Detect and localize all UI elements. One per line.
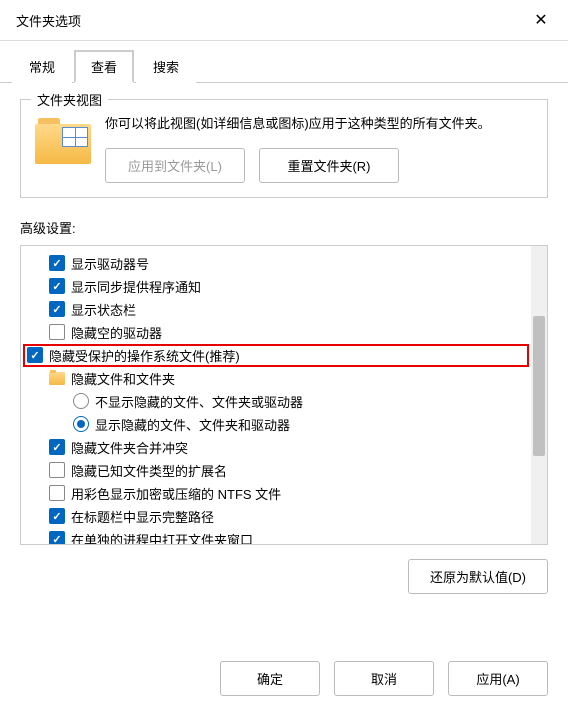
- window-title: 文件夹选项: [16, 11, 81, 30]
- content: 文件夹视图 你可以将此视图(如详细信息或图标)应用于这种类型的所有文件夹。 应用…: [0, 83, 568, 610]
- item-label: 隐藏受保护的操作系统文件(推荐): [49, 346, 240, 365]
- item-label: 显示隐藏的文件、文件夹和驱动器: [95, 415, 290, 434]
- tree-item: 在单独的进程中打开文件夹窗口: [23, 528, 529, 544]
- restore-defaults-button[interactable]: 还原为默认值(D): [408, 559, 548, 594]
- folder-mini-icon: [49, 372, 65, 385]
- scrollbar[interactable]: [531, 246, 547, 544]
- item-label: 不显示隐藏的文件、文件夹或驱动器: [95, 392, 303, 411]
- tree-item: 在标题栏中显示完整路径: [23, 505, 529, 528]
- close-icon: ✕: [534, 10, 547, 30]
- group-description: 你可以将此视图(如详细信息或图标)应用于这种类型的所有文件夹。: [105, 114, 533, 134]
- radio[interactable]: [73, 416, 89, 432]
- tree-item: 用彩色显示加密或压缩的 NTFS 文件: [23, 482, 529, 505]
- item-label: 隐藏空的驱动器: [71, 323, 162, 342]
- tree-item-group: 隐藏文件和文件夹: [23, 367, 529, 390]
- advanced-tree-container: 显示驱动器号 显示同步提供程序通知 显示状态栏 隐藏空的驱动器 隐藏受保护的操作…: [20, 245, 548, 545]
- tree-item: 隐藏空的驱动器: [23, 321, 529, 344]
- tab-general[interactable]: 常规: [12, 50, 72, 83]
- checkbox[interactable]: [49, 255, 65, 271]
- tree-item: 显示驱动器号: [23, 252, 529, 275]
- checkbox[interactable]: [49, 531, 65, 544]
- checkbox[interactable]: [49, 508, 65, 524]
- checkbox[interactable]: [49, 278, 65, 294]
- reset-folders-button[interactable]: 重置文件夹(R): [259, 148, 399, 183]
- advanced-label: 高级设置:: [20, 218, 548, 237]
- ok-button[interactable]: 确定: [220, 661, 320, 696]
- tree-item: 显示隐藏的文件、文件夹和驱动器: [23, 413, 529, 436]
- folder-icon: [35, 118, 91, 164]
- apply-button[interactable]: 应用(A): [448, 661, 548, 696]
- checkbox[interactable]: [49, 462, 65, 478]
- folder-view-group: 文件夹视图 你可以将此视图(如详细信息或图标)应用于这种类型的所有文件夹。 应用…: [20, 99, 548, 198]
- item-label: 在单独的进程中打开文件夹窗口: [71, 530, 253, 544]
- close-button[interactable]: ✕: [526, 8, 556, 32]
- checkbox[interactable]: [49, 324, 65, 340]
- item-label: 隐藏文件夹合并冲突: [71, 438, 188, 457]
- item-label: 显示同步提供程序通知: [71, 277, 201, 296]
- bottom-buttons: 确定 取消 应用(A): [220, 661, 548, 696]
- tree-item: 显示同步提供程序通知: [23, 275, 529, 298]
- titlebar: 文件夹选项 ✕: [0, 0, 568, 41]
- tabs: 常规 查看 搜索: [0, 41, 568, 83]
- tree-item: 隐藏文件夹合并冲突: [23, 436, 529, 459]
- apply-to-folders-button[interactable]: 应用到文件夹(L): [105, 148, 245, 183]
- item-label: 隐藏文件和文件夹: [71, 369, 175, 388]
- item-label: 显示驱动器号: [71, 254, 149, 273]
- tree-item: 不显示隐藏的文件、文件夹或驱动器: [23, 390, 529, 413]
- tree-item: 隐藏已知文件类型的扩展名: [23, 459, 529, 482]
- tree-item-highlighted: 隐藏受保护的操作系统文件(推荐): [23, 344, 529, 367]
- tab-view[interactable]: 查看: [74, 50, 134, 83]
- checkbox[interactable]: [49, 301, 65, 317]
- checkbox[interactable]: [49, 485, 65, 501]
- checkbox[interactable]: [27, 347, 43, 363]
- scroll-thumb[interactable]: [533, 316, 545, 456]
- tab-search[interactable]: 搜索: [136, 50, 196, 83]
- item-label: 显示状态栏: [71, 300, 136, 319]
- checkbox[interactable]: [49, 439, 65, 455]
- item-label: 用彩色显示加密或压缩的 NTFS 文件: [71, 484, 281, 503]
- cancel-button[interactable]: 取消: [334, 661, 434, 696]
- advanced-tree[interactable]: 显示驱动器号 显示同步提供程序通知 显示状态栏 隐藏空的驱动器 隐藏受保护的操作…: [21, 246, 531, 544]
- radio[interactable]: [73, 393, 89, 409]
- item-label: 隐藏已知文件类型的扩展名: [71, 461, 227, 480]
- group-label: 文件夹视图: [31, 90, 108, 109]
- tree-item: 显示状态栏: [23, 298, 529, 321]
- item-label: 在标题栏中显示完整路径: [71, 507, 214, 526]
